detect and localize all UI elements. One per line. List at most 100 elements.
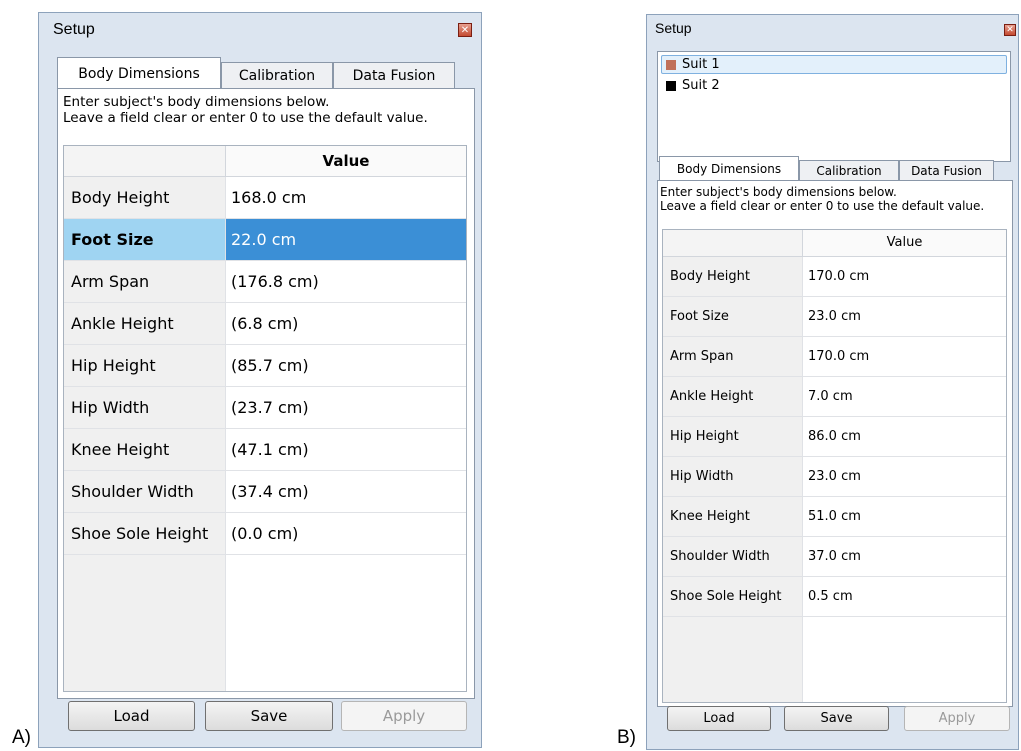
row-value-field[interactable]: (23.7 cm): [226, 387, 466, 428]
close-icon[interactable]: ✕: [458, 23, 472, 37]
table-row[interactable]: Hip Width (23.7 cm): [64, 387, 466, 429]
suit-color-swatch: [666, 59, 676, 70]
tab-body-dimensions[interactable]: Body Dimensions: [659, 156, 799, 181]
row-label: Shoe Sole Height: [64, 513, 226, 554]
instruction-line: Leave a field clear or enter 0 to use th…: [63, 109, 428, 126]
row-label: Body Height: [663, 257, 803, 296]
grid-header-value: Value: [803, 230, 1006, 256]
row-value-field[interactable]: (85.7 cm): [226, 345, 466, 386]
table-row[interactable]: Body Height 168.0 cm: [64, 177, 466, 219]
table-row[interactable]: Arm Span 170.0 cm: [663, 337, 1006, 377]
window-title: Setup: [655, 20, 692, 36]
row-label: Shoulder Width: [64, 471, 226, 512]
save-button[interactable]: Save: [205, 701, 333, 731]
suit-label: Suit 2: [682, 78, 720, 93]
apply-button-label: Apply: [382, 707, 426, 725]
row-value-field[interactable]: (47.1 cm): [226, 429, 466, 470]
instructions: Enter subject's body dimensions below. L…: [660, 185, 984, 213]
row-value-field[interactable]: 170.0 cm: [803, 337, 1006, 376]
dimensions-grid: Value Body Height 170.0 cm Foot Size 23.…: [662, 229, 1007, 703]
suit-label: Suit 1: [682, 57, 720, 72]
row-label: Knee Height: [663, 497, 803, 536]
apply-button[interactable]: Apply: [904, 706, 1010, 731]
row-value-field[interactable]: 7.0 cm: [803, 377, 1006, 416]
tab-calibration[interactable]: Calibration: [799, 160, 899, 181]
load-button-label: Load: [113, 707, 150, 725]
tab-data-fusion[interactable]: Data Fusion: [333, 62, 455, 89]
grid-header: Value: [663, 230, 1006, 257]
save-button-label: Save: [820, 711, 853, 726]
suit-list: Suit 1 Suit 2: [657, 51, 1011, 162]
row-label: Body Height: [64, 177, 226, 218]
row-label: Hip Height: [663, 417, 803, 456]
tab-label: Body Dimensions: [78, 65, 200, 82]
load-button[interactable]: Load: [68, 701, 195, 731]
apply-button[interactable]: Apply: [341, 701, 467, 731]
grid-header-label: [663, 230, 803, 256]
table-row[interactable]: Hip Height 86.0 cm: [663, 417, 1006, 457]
suit-color-swatch: [666, 80, 676, 91]
row-value-field[interactable]: (37.4 cm): [226, 471, 466, 512]
row-value-field[interactable]: 168.0 cm: [226, 177, 466, 218]
setup-window-b: Setup ✕ Suit 1 Suit 2 Body Dimensions Ca…: [646, 14, 1019, 750]
list-item-suit-2[interactable]: Suit 2: [661, 76, 1007, 95]
tab-body-dimensions[interactable]: Body Dimensions: [57, 57, 221, 89]
row-value-field[interactable]: 22.0 cm: [226, 219, 466, 260]
tab-page-body-dimensions: Enter subject's body dimensions below. L…: [657, 180, 1013, 707]
apply-button-label: Apply: [938, 711, 976, 726]
dimensions-grid: Value Body Height 168.0 cm Foot Size 22.…: [63, 145, 467, 692]
grid-header: Value: [64, 146, 466, 177]
load-button-label: Load: [703, 711, 735, 726]
table-row[interactable]: Arm Span (176.8 cm): [64, 261, 466, 303]
row-value-field[interactable]: 37.0 cm: [803, 537, 1006, 576]
instructions: Enter subject's body dimensions below. L…: [63, 94, 428, 127]
table-row-selected[interactable]: Foot Size 22.0 cm: [64, 219, 466, 261]
row-label: Arm Span: [663, 337, 803, 376]
table-row[interactable]: Body Height 170.0 cm: [663, 257, 1006, 297]
row-label: Shoulder Width: [663, 537, 803, 576]
table-row[interactable]: Knee Height (47.1 cm): [64, 429, 466, 471]
row-label: Shoe Sole Height: [663, 577, 803, 616]
row-value-field[interactable]: 23.0 cm: [803, 457, 1006, 496]
row-label: Hip Width: [663, 457, 803, 496]
table-row[interactable]: Foot Size 23.0 cm: [663, 297, 1006, 337]
row-label: Arm Span: [64, 261, 226, 302]
grid-header-value: Value: [226, 146, 466, 176]
row-value-field[interactable]: 170.0 cm: [803, 257, 1006, 296]
instruction-line: Enter subject's body dimensions below.: [660, 185, 897, 199]
grid-header-label: [64, 146, 226, 176]
row-value-field[interactable]: (176.8 cm): [226, 261, 466, 302]
grid-empty-label-column: [64, 555, 226, 691]
tab-page-body-dimensions: Enter subject's body dimensions below. L…: [57, 88, 475, 699]
table-row[interactable]: Shoe Sole Height 0.5 cm: [663, 577, 1006, 617]
table-row[interactable]: Shoe Sole Height (0.0 cm): [64, 513, 466, 555]
close-icon[interactable]: ✕: [1004, 24, 1016, 36]
row-value-field[interactable]: 23.0 cm: [803, 297, 1006, 336]
tab-calibration[interactable]: Calibration: [221, 62, 333, 89]
row-value-field[interactable]: (0.0 cm): [226, 513, 466, 554]
figure-label-a: A): [12, 727, 31, 748]
tab-label: Calibration: [238, 68, 316, 84]
row-value-field[interactable]: 0.5 cm: [803, 577, 1006, 616]
list-item-suit-1[interactable]: Suit 1: [661, 55, 1007, 74]
row-value-field[interactable]: (6.8 cm): [226, 303, 466, 344]
table-row[interactable]: Ankle Height 7.0 cm: [663, 377, 1006, 417]
grid-empty-label-column: [663, 617, 803, 702]
title-bar: Setup ✕: [39, 13, 481, 47]
instruction-line: Enter subject's body dimensions below.: [63, 94, 330, 110]
save-button[interactable]: Save: [784, 706, 889, 731]
tab-bar: Body Dimensions Calibration Data Fusion: [57, 57, 455, 89]
table-row[interactable]: Knee Height 51.0 cm: [663, 497, 1006, 537]
grid-empty-area: [64, 555, 466, 691]
load-button[interactable]: Load: [667, 706, 771, 731]
title-bar: Setup ✕: [647, 15, 1018, 41]
row-value-field[interactable]: 51.0 cm: [803, 497, 1006, 536]
tab-data-fusion[interactable]: Data Fusion: [899, 160, 994, 181]
table-row[interactable]: Shoulder Width 37.0 cm: [663, 537, 1006, 577]
table-row[interactable]: Hip Width 23.0 cm: [663, 457, 1006, 497]
table-row[interactable]: Shoulder Width (37.4 cm): [64, 471, 466, 513]
table-row[interactable]: Ankle Height (6.8 cm): [64, 303, 466, 345]
grid-empty-area: [663, 617, 1006, 702]
row-value-field[interactable]: 86.0 cm: [803, 417, 1006, 456]
table-row[interactable]: Hip Height (85.7 cm): [64, 345, 466, 387]
